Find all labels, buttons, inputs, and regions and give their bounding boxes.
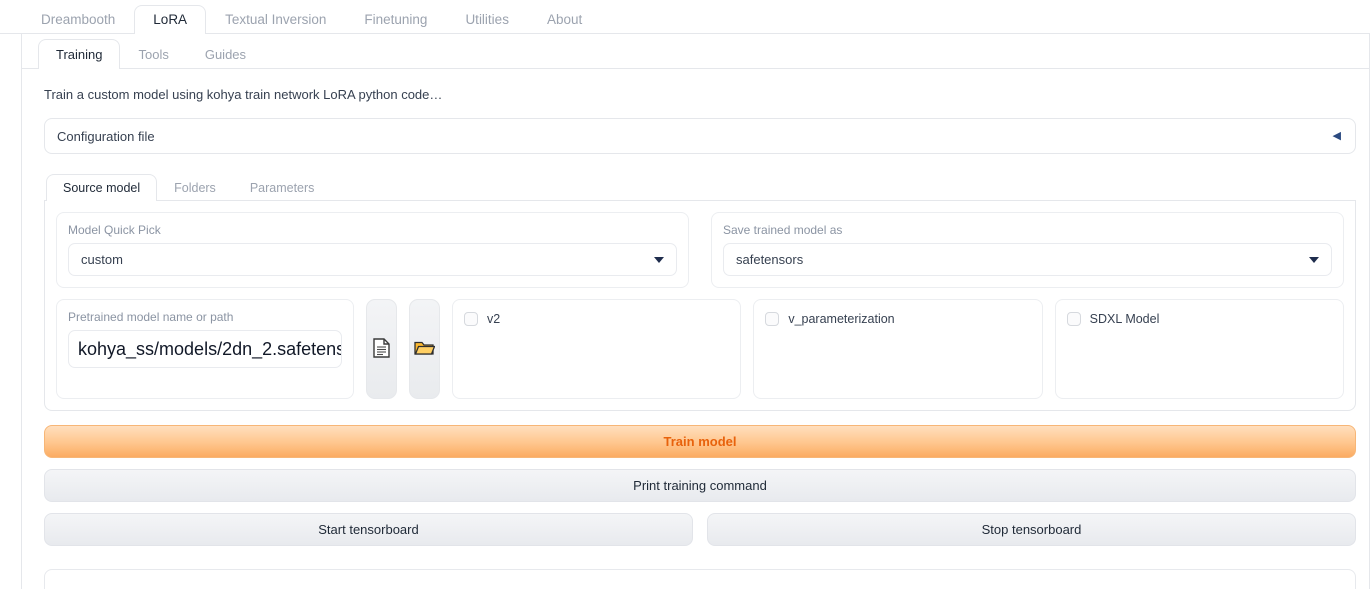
pretrained-model-input[interactable]: kohya_ss/models/2dn_2.safetensors (68, 330, 342, 368)
start-tensorboard-button[interactable]: Start tensorboard (44, 513, 693, 546)
folder-open-icon (414, 339, 436, 359)
tab-finetuning[interactable]: Finetuning (345, 5, 446, 35)
open-file-button[interactable] (366, 299, 397, 399)
open-folder-button[interactable] (409, 299, 440, 399)
v2-checkbox[interactable] (464, 312, 478, 326)
v-parameterization-checkbox-group: v_parameterization (753, 299, 1043, 399)
main-tab-bar: Dreambooth LoRA Textual Inversion Finetu… (0, 0, 1370, 34)
model-quick-pick-label: Model Quick Pick (68, 223, 161, 237)
save-trained-model-as-label: Save trained model as (723, 223, 843, 237)
sdxl-model-checkbox[interactable] (1066, 312, 1081, 326)
intro-description: Train a custom model using kohya train n… (44, 87, 443, 102)
tab-tools[interactable]: Tools (120, 39, 186, 69)
v-parameterization-label: v_parameterization (788, 312, 895, 326)
tab-textual-inversion[interactable]: Textual Inversion (206, 5, 345, 35)
sdxl-model-label: SDXL Model (1089, 312, 1160, 326)
v-parameterization-checkbox[interactable] (765, 312, 780, 326)
stop-tensorboard-button[interactable]: Stop tensorboard (707, 513, 1356, 546)
tab-lora[interactable]: LoRA (134, 4, 207, 34)
tensorboard-button-row: Start tensorboard Stop tensorboard (44, 513, 1356, 546)
pretrained-model-label: Pretrained model name or path (68, 310, 234, 324)
source-model-tab-bar: Source model Folders Parameters (44, 171, 1356, 201)
training-content: Train a custom model using kohya train n… (22, 69, 1369, 589)
sdxl-model-checkbox-row[interactable]: SDXL Model (1066, 312, 1332, 326)
save-trained-model-as-select[interactable]: safetensors (723, 243, 1332, 276)
save-trained-model-as-group: Save trained model as safetensors (711, 212, 1344, 288)
print-training-command-button[interactable]: Print training command (44, 469, 1356, 502)
v-parameterization-checkbox-row[interactable]: v_parameterization (765, 312, 1030, 326)
model-quick-pick-value: custom (81, 252, 123, 267)
train-model-button[interactable]: Train model (44, 425, 1356, 458)
pretrained-model-row: Pretrained model name or path kohya_ss/m… (56, 299, 1344, 399)
lora-panel: Training Tools Guides Train a custom mod… (21, 34, 1370, 589)
tab-dreambooth[interactable]: Dreambooth (22, 5, 134, 35)
tab-folders[interactable]: Folders (157, 174, 233, 202)
action-buttons: Train model Print training command Start… (44, 425, 1356, 589)
lora-sub-tab-bar: Training Tools Guides (22, 34, 1369, 69)
output-panel-stub (44, 569, 1356, 589)
pretrained-model-group: Pretrained model name or path kohya_ss/m… (56, 299, 354, 399)
document-icon (373, 337, 390, 361)
tab-utilities[interactable]: Utilities (446, 5, 528, 35)
chevron-down-icon[interactable] (1309, 256, 1319, 263)
v2-label: v2 (487, 312, 501, 326)
save-trained-model-as-value: safetensors (736, 252, 804, 267)
source-model-body: Model Quick Pick custom Save trained mod… (44, 201, 1356, 411)
chevron-left-icon[interactable]: ◀ (1333, 130, 1341, 142)
app-root: Dreambooth LoRA Textual Inversion Finetu… (0, 0, 1370, 589)
tab-training[interactable]: Training (38, 39, 121, 69)
tab-about[interactable]: About (528, 5, 601, 35)
model-selects-row: Model Quick Pick custom Save trained mod… (56, 212, 1344, 288)
v2-checkbox-row[interactable]: v2 (464, 312, 729, 326)
configuration-file-label: Configuration file (57, 128, 155, 144)
sdxl-model-checkbox-group: SDXL Model (1054, 299, 1344, 399)
source-model-tabgroup: Source model Folders Parameters Model Qu… (44, 171, 1356, 411)
model-quick-pick-select[interactable]: custom (68, 243, 677, 276)
tab-parameters[interactable]: Parameters (233, 174, 332, 202)
v2-checkbox-group: v2 (452, 299, 742, 399)
chevron-down-icon[interactable] (654, 256, 664, 263)
model-quick-pick-group: Model Quick Pick custom (56, 212, 689, 288)
tab-source-model[interactable]: Source model (46, 173, 158, 201)
configuration-file-accordion[interactable]: Configuration file ◀ (44, 118, 1356, 154)
tab-guides[interactable]: Guides (187, 39, 264, 69)
